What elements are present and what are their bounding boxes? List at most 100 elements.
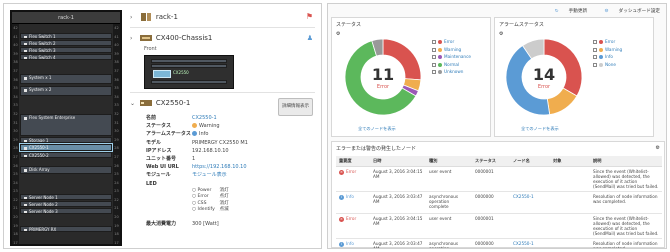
refresh-link[interactable]: ↻ 手動更新 xyxy=(547,9,587,14)
legend-item[interactable]: None xyxy=(593,61,622,69)
rack-device[interactable]: PRIMERGY RX xyxy=(20,226,112,232)
status-cell-text: 0000000 xyxy=(475,194,494,199)
rack-device[interactable]: Storage 1 xyxy=(20,137,112,143)
rack-unit-number: 32 xyxy=(114,111,119,116)
checkbox-icon[interactable] xyxy=(593,47,597,52)
table-row[interactable]: i Info August 3, 2016 3:03:47 AM asynchrono… xyxy=(336,191,662,214)
legend-dot-icon xyxy=(438,62,442,67)
rack-unit-number: 18 xyxy=(13,232,18,237)
rack-unit-number: 21 xyxy=(13,206,18,211)
led-state: 点灯 xyxy=(219,194,229,200)
rack-unit-number: 38 xyxy=(13,60,18,65)
device-port-icon xyxy=(24,196,27,199)
legend-item[interactable]: Error xyxy=(593,38,622,46)
alarm-show-all-link[interactable]: 全てのノードを表示 xyxy=(521,126,559,132)
selected-blade[interactable] xyxy=(153,70,171,78)
alarm-legend: Error Warning Info None xyxy=(593,38,622,68)
rack-device[interactable]: Flex Switch 2 xyxy=(20,40,112,46)
node-cell[interactable] xyxy=(510,213,550,239)
column-header[interactable]: 説明 xyxy=(590,156,662,167)
legend-item[interactable]: Normal xyxy=(432,61,471,69)
type-cell-text: user event xyxy=(429,216,452,221)
chassis-front-image[interactable]: CX2550 xyxy=(144,55,234,89)
rack-device[interactable]: Server Node 1 xyxy=(20,194,112,200)
rack-body: 42 41 40 39 38 37 36 35 34 33 32 31 30 29 28 27 26 25 24 23… xyxy=(12,24,120,245)
node-cell-text[interactable]: CX2550-1 xyxy=(513,194,534,199)
chevron-right-icon[interactable]: › xyxy=(130,11,138,25)
device-port-icon xyxy=(24,35,27,38)
legend-item[interactable]: Error xyxy=(432,38,471,46)
property-value-text: Warning xyxy=(199,123,220,130)
tree-node-chassis[interactable]: › CX400-Chassis1 ♟ xyxy=(130,31,315,45)
rack-device[interactable]: Server Node 2 xyxy=(20,201,112,207)
rack-device-label: CX2550-1 xyxy=(29,145,49,150)
property-value-text: 1 xyxy=(192,155,196,162)
rack-device[interactable]: Flex Switch 3 xyxy=(20,47,112,53)
property-value[interactable]: CX2550-1 xyxy=(192,114,217,122)
legend-item[interactable]: Warning xyxy=(593,46,622,54)
rack-device[interactable]: System x 1 xyxy=(20,74,112,84)
legend-item[interactable]: Maintenance xyxy=(432,53,471,61)
rack-device[interactable]: Flex Switch 1 xyxy=(20,33,112,39)
led-name: Identify xyxy=(197,207,215,213)
rack-device[interactable]: Flex Switch 4 xyxy=(20,54,112,60)
tree-node-rack[interactable]: › rack-1 ⚑ xyxy=(130,10,315,24)
checkbox-icon[interactable] xyxy=(432,55,436,60)
node-cell-text[interactable]: CX2550-1 xyxy=(513,241,534,246)
rack-device[interactable]: Flex System Enterprise xyxy=(20,114,112,136)
date-cell: August 3, 2016 3:04:15 AM xyxy=(370,213,426,239)
column-header[interactable]: 重要度 xyxy=(336,156,370,167)
legend-item[interactable]: Info xyxy=(593,53,622,61)
node-cell[interactable]: CX2550-1 xyxy=(510,191,550,214)
rack-unit-number: 17 xyxy=(13,240,18,245)
column-header[interactable]: ノード名 xyxy=(510,156,550,167)
detail-info-button[interactable]: 詳細情報表示 xyxy=(278,98,313,116)
rack-device[interactable]: CX2550-1 xyxy=(19,143,113,152)
table-row[interactable]: × Error August 3, 2016 3:04:15 AM user even… xyxy=(336,166,662,192)
rack-unit-number: 42 xyxy=(13,26,18,30)
checkbox-icon[interactable] xyxy=(432,40,436,44)
alarm-donut-chart[interactable]: 14Error xyxy=(499,32,589,122)
checkbox-icon[interactable] xyxy=(432,70,436,75)
dashboard-settings-link[interactable]: ⚙ ダッシュボード設定 xyxy=(597,9,660,14)
rack-device-label: System x 1 xyxy=(29,75,52,80)
legend-dot-icon xyxy=(599,47,603,52)
column-header[interactable]: 種別 xyxy=(426,156,472,167)
status-show-all-link[interactable]: 全てのノードを表示 xyxy=(358,126,396,132)
checkbox-icon[interactable] xyxy=(593,55,597,60)
blade-tag: CX2550 xyxy=(173,70,189,75)
checkbox-icon[interactable] xyxy=(432,62,436,67)
refresh-icon: ↻ xyxy=(554,9,559,14)
checkbox-icon[interactable] xyxy=(593,62,597,67)
table-row[interactable]: i Info August 3, 2016 3:03:47 AM asynchrono… xyxy=(336,238,662,249)
status-donut-chart[interactable]: 11Error xyxy=(338,32,428,122)
column-header[interactable]: 日時 xyxy=(370,156,426,167)
rack-device[interactable]: Server Node 3 xyxy=(20,208,112,214)
property-value[interactable]: https://192.168.10.10 xyxy=(192,163,247,171)
legend-item[interactable]: Warning xyxy=(432,46,471,54)
property-value[interactable]: モジュール表示 xyxy=(192,171,227,179)
checkbox-icon[interactable] xyxy=(432,47,436,52)
node-cell[interactable] xyxy=(510,166,550,192)
chassis-slot xyxy=(151,80,227,84)
node-cell[interactable]: CX2550-1 xyxy=(510,238,550,248)
device-port-icon xyxy=(24,88,27,92)
rack-device[interactable]: Disk Array xyxy=(20,166,112,174)
rack-device-label: Server Node 1 xyxy=(29,195,58,200)
type-cell-text: asynchronous operation complete xyxy=(429,194,459,209)
chevron-right-icon[interactable]: › xyxy=(130,32,138,46)
gear-icon[interactable]: ⚙ xyxy=(652,142,664,154)
column-header[interactable]: ステータス xyxy=(472,156,510,167)
property-value-text: PRIMERGY CX2550 M1 xyxy=(192,139,248,146)
rack-device[interactable]: System x 2 xyxy=(20,86,112,96)
rack-device[interactable]: CX2550-2 xyxy=(20,152,112,158)
column-header[interactable]: 対象 xyxy=(550,156,590,167)
description-cell-text: Resolution of node information was compl… xyxy=(593,241,658,249)
checkbox-icon[interactable] xyxy=(593,40,597,44)
property-value: Info xyxy=(192,130,208,138)
legend-item[interactable]: Unknown xyxy=(432,68,471,76)
chevron-down-icon[interactable]: ⌄ xyxy=(130,97,138,111)
tree-node-server[interactable]: ⌄ CX2550-1 詳細情報表示 xyxy=(130,96,315,116)
table-row[interactable]: × Error August 3, 2016 3:04:15 AM user even… xyxy=(336,213,662,239)
status-cell: 0000000 xyxy=(472,191,510,214)
